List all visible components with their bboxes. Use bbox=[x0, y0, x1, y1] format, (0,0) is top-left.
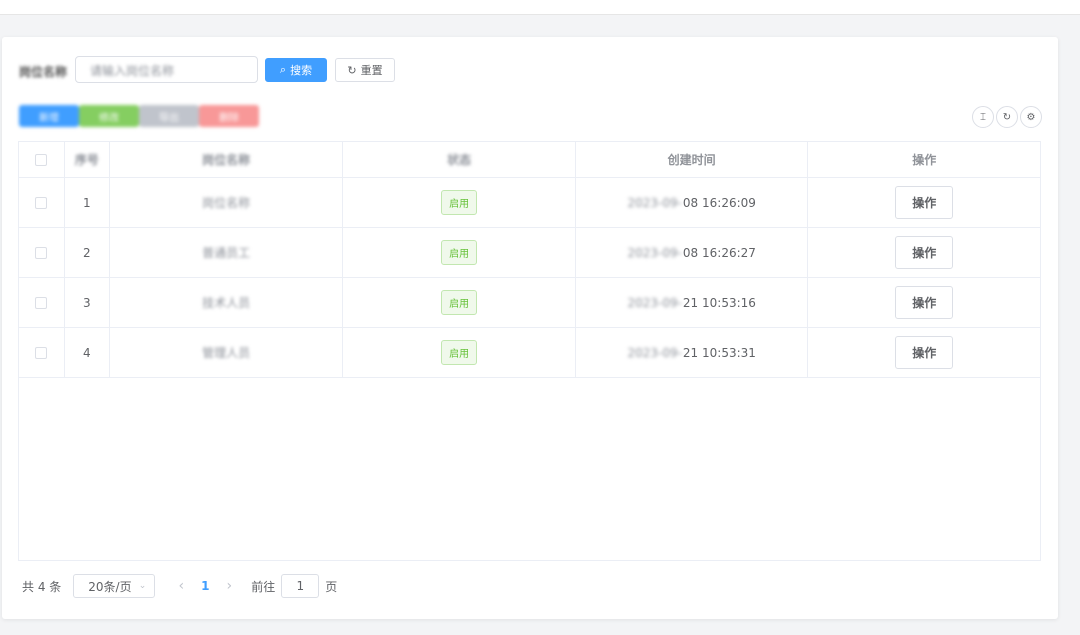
prev-page-button[interactable]: ‹ bbox=[171, 578, 191, 594]
page-number-current[interactable]: 1 bbox=[191, 579, 219, 593]
edit-button[interactable]: 修改 bbox=[79, 105, 139, 127]
header-op: 操作 bbox=[808, 142, 1040, 177]
row-name-text: 管理人员 bbox=[202, 346, 251, 360]
table-header-row: 序号 岗位名称 状态 创建时间 操作 bbox=[19, 142, 1040, 178]
row-name: 普通员工 bbox=[110, 228, 344, 277]
page-size-select[interactable]: 20条/页 ⌄ bbox=[73, 574, 156, 598]
next-page-button[interactable]: › bbox=[219, 578, 239, 594]
search-label: 岗位名称 bbox=[19, 65, 68, 79]
row-checkbox[interactable] bbox=[35, 296, 48, 309]
reset-button-label: 重置 bbox=[360, 64, 383, 77]
row-time-suffix: 08 16:26:27 bbox=[682, 245, 756, 260]
row-time-suffix: 21 10:53:31 bbox=[682, 345, 756, 360]
row-time-prefix: 2023-09- bbox=[627, 295, 682, 310]
status-badge: 启用 bbox=[441, 190, 478, 215]
refresh-icon[interactable]: ↻ bbox=[996, 106, 1018, 128]
top-bar bbox=[0, 0, 1080, 15]
row-time-prefix: 2023-09- bbox=[627, 195, 682, 210]
search-input-value: 请输入岗位名称 bbox=[90, 64, 175, 78]
select-all-checkbox[interactable] bbox=[35, 153, 48, 166]
row-checkbox[interactable] bbox=[35, 246, 48, 259]
row-name-text: 技术人员 bbox=[202, 296, 251, 310]
delete-button[interactable]: 删除 bbox=[199, 105, 259, 127]
row-time-suffix: 21 10:53:16 bbox=[682, 295, 756, 310]
row-checkbox-cell bbox=[19, 228, 65, 277]
page-unit-label: 页 bbox=[325, 579, 338, 594]
table-row: 2 普通员工 启用 2023-09- 08 16:26:27 操作 bbox=[19, 228, 1040, 278]
search-icon: ⌕ bbox=[279, 63, 287, 76]
row-index: 2 bbox=[65, 228, 110, 277]
header-status-label: 状态 bbox=[447, 153, 472, 167]
row-op: 操作 bbox=[808, 278, 1040, 327]
row-time: 2023-09- 21 10:53:31 bbox=[576, 328, 809, 377]
row-time-suffix: 08 16:26:09 bbox=[682, 195, 756, 210]
table-row: 3 技术人员 启用 2023-09- 21 10:53:16 操作 bbox=[19, 278, 1040, 328]
status-badge: 启用 bbox=[441, 340, 478, 365]
header-index: 序号 bbox=[65, 142, 110, 177]
settings-icon[interactable]: ⚙ bbox=[1020, 106, 1042, 128]
header-op-label: 操作 bbox=[912, 153, 937, 167]
operate-button[interactable]: 操作 bbox=[895, 236, 954, 269]
operate-button[interactable]: 操作 bbox=[895, 336, 954, 369]
row-op: 操作 bbox=[808, 228, 1040, 277]
row-time-prefix: 2023-09- bbox=[627, 345, 682, 360]
row-status: 启用 bbox=[343, 228, 576, 277]
row-checkbox[interactable] bbox=[35, 196, 48, 209]
row-op: 操作 bbox=[808, 328, 1040, 377]
operate-button[interactable]: 操作 bbox=[895, 186, 954, 219]
header-status: 状态 bbox=[343, 142, 576, 177]
export-button[interactable]: 导出 bbox=[139, 105, 199, 127]
row-name: 管理人员 bbox=[110, 328, 344, 377]
main-card: 岗位名称 请输入岗位名称 ⌕ 搜索 ↻ 重置 新增 修改 导出 删除 ⌶ ↻ ⚙… bbox=[2, 37, 1058, 619]
row-checkbox[interactable] bbox=[35, 346, 48, 359]
row-index: 1 bbox=[65, 178, 110, 227]
search-button[interactable]: ⌕ 搜索 bbox=[265, 58, 327, 82]
search-input[interactable]: 请输入岗位名称 bbox=[75, 56, 258, 83]
header-checkbox-cell bbox=[19, 142, 65, 177]
refresh-icon: ↻ bbox=[347, 63, 357, 77]
goto-page-value: 1 bbox=[296, 579, 305, 593]
goto-page-input[interactable]: 1 bbox=[281, 574, 320, 598]
goto-page: 前往 1 页 bbox=[251, 574, 337, 598]
add-button[interactable]: 新增 bbox=[19, 105, 79, 127]
table-row: 4 管理人员 启用 2023-09- 21 10:53:31 操作 bbox=[19, 328, 1040, 378]
row-status: 启用 bbox=[343, 328, 576, 377]
row-time: 2023-09- 21 10:53:16 bbox=[576, 278, 809, 327]
row-time-prefix: 2023-09- bbox=[627, 245, 682, 260]
header-time: 创建时间 bbox=[576, 142, 809, 177]
row-name: 岗位名称 bbox=[110, 178, 344, 227]
chevron-down-icon: ⌄ bbox=[138, 581, 147, 591]
status-badge: 启用 bbox=[441, 240, 478, 265]
header-name-label: 岗位名称 bbox=[202, 153, 251, 167]
header-index-label: 序号 bbox=[74, 153, 99, 167]
search-button-label: 搜索 bbox=[290, 64, 313, 77]
row-time: 2023-09- 08 16:26:09 bbox=[576, 178, 809, 227]
reset-button[interactable]: ↻ 重置 bbox=[335, 58, 395, 82]
header-time-label: 创建时间 bbox=[667, 153, 716, 167]
row-checkbox-cell bbox=[19, 278, 65, 327]
row-time: 2023-09- 08 16:26:27 bbox=[576, 228, 809, 277]
row-name: 技术人员 bbox=[110, 278, 344, 327]
pagination: 共 4 条 20条/页 ⌄ ‹ 1 › 前往 1 页 bbox=[22, 574, 337, 598]
row-op: 操作 bbox=[808, 178, 1040, 227]
operate-button[interactable]: 操作 bbox=[895, 286, 954, 319]
page-size-value: 20条/页 bbox=[88, 579, 132, 594]
table-row: 1 岗位名称 启用 2023-09- 08 16:26:09 操作 bbox=[19, 178, 1040, 228]
header-name: 岗位名称 bbox=[110, 142, 344, 177]
status-badge: 启用 bbox=[441, 290, 478, 315]
row-name-text: 岗位名称 bbox=[202, 196, 251, 210]
table-toolbar: ⌶ ↻ ⚙ bbox=[972, 106, 1042, 128]
row-name-text: 普通员工 bbox=[202, 246, 251, 260]
row-checkbox-cell bbox=[19, 178, 65, 227]
row-status: 启用 bbox=[343, 178, 576, 227]
row-index: 4 bbox=[65, 328, 110, 377]
goto-label: 前往 bbox=[251, 579, 276, 594]
action-buttons: 新增 修改 导出 删除 bbox=[19, 105, 259, 127]
column-height-icon[interactable]: ⌶ bbox=[972, 106, 994, 128]
data-table: 序号 岗位名称 状态 创建时间 操作 1 岗位名称 启用 2023-09- 08 … bbox=[18, 141, 1041, 561]
row-index: 3 bbox=[65, 278, 110, 327]
row-checkbox-cell bbox=[19, 328, 65, 377]
total-count: 共 4 条 bbox=[22, 579, 62, 594]
row-status: 启用 bbox=[343, 278, 576, 327]
